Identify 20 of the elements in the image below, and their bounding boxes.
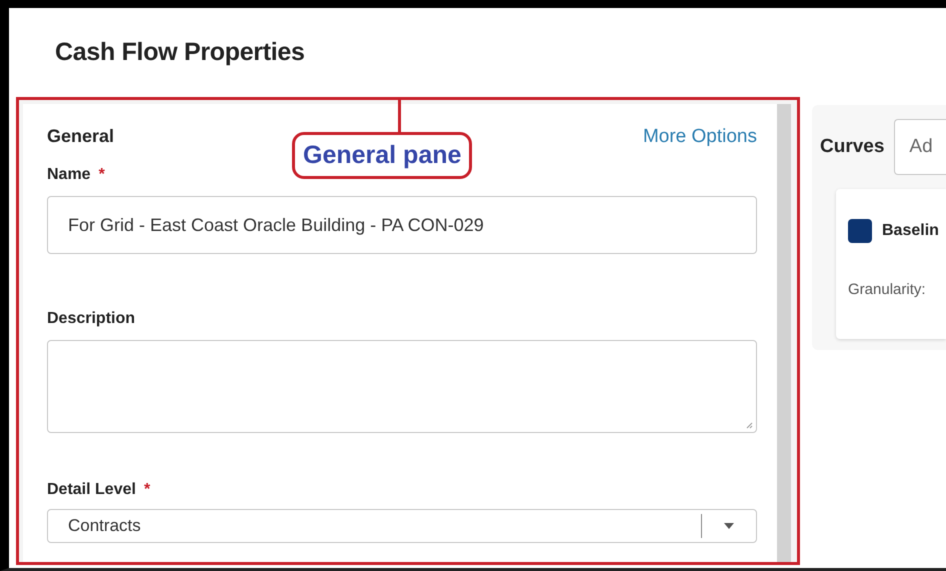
field-label: Description xyxy=(47,310,136,328)
scrollbar[interactable] xyxy=(777,104,791,562)
resize-grip-icon[interactable] xyxy=(746,422,753,429)
curves-label: Curves xyxy=(820,136,884,158)
granularity-label: Granularity: xyxy=(848,281,927,298)
field-label: Name xyxy=(47,166,91,184)
curve-card[interactable]: Baselin Granularity: xyxy=(836,189,946,339)
field-label: Detail Level xyxy=(47,481,136,499)
more-options-link[interactable]: More Options xyxy=(642,126,757,148)
curve-name: Baselin xyxy=(882,222,939,240)
section-heading: General xyxy=(47,126,114,147)
add-curve-field[interactable]: Ad xyxy=(894,119,946,175)
dialog-title: Cash Flow Properties xyxy=(54,37,306,67)
caret-icon xyxy=(724,523,734,529)
detail-level-select[interactable]: Contracts xyxy=(47,509,757,543)
description-field[interactable] xyxy=(47,340,757,433)
annotation-callout: General pane xyxy=(292,132,472,179)
name-field[interactable]: For Grid - East Coast Oracle Building - PA CON-029 xyxy=(47,196,757,254)
required-mark: * xyxy=(144,481,150,499)
required-mark: * xyxy=(98,166,105,184)
